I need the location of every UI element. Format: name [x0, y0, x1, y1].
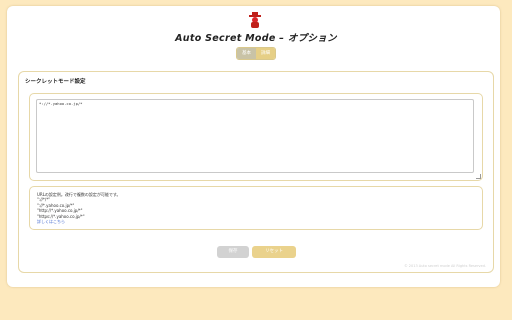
resize-handle-icon[interactable]: [476, 174, 481, 179]
secret-mode-settings-section: シークレットモード設定 *://*.yahoo.co.jp/* URLの設定例。…: [18, 71, 494, 273]
tab-advanced[interactable]: 詳細: [256, 48, 275, 59]
url-patterns-textarea[interactable]: *://*.yahoo.co.jp/*: [36, 99, 474, 173]
section-title: シークレットモード設定: [25, 79, 86, 85]
secret-agent-logo-icon: [249, 12, 261, 28]
url-textarea-container: *://*.yahoo.co.jp/*: [29, 93, 483, 181]
tab-basic[interactable]: 基本: [237, 48, 256, 59]
save-button[interactable]: 保存: [217, 246, 249, 258]
page-title: Auto Secret Mode – オプション: [175, 33, 337, 44]
copyright-text: © 2013 Auto secret mode All Rights Reser…: [404, 264, 486, 268]
help-box: URLの設定例。改行で複数の設定が可能です。 "://*/*" "://*.ya…: [29, 186, 483, 230]
help-text: URLの設定例。改行で複数の設定が可能です。 "://*/*" "://*.ya…: [37, 192, 121, 224]
reset-button[interactable]: リセット: [252, 246, 296, 258]
details-link[interactable]: 詳しくはこちら: [37, 219, 121, 224]
tab-bar: 基本 詳細: [236, 47, 276, 60]
